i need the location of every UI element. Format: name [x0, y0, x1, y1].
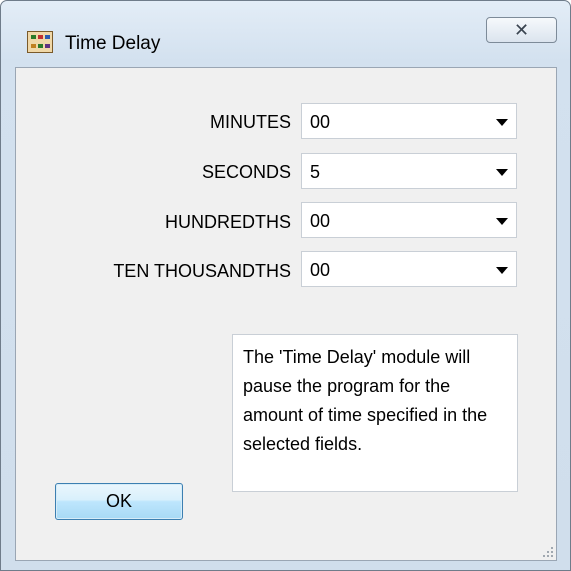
- window-title: Time Delay: [65, 33, 161, 54]
- close-icon: ✕: [513, 19, 530, 40]
- time-delay-window: Time Delay ✕ MINUTES 00 SECONDS 5 HUNDRE…: [0, 0, 571, 571]
- dropdown-arrow-icon[interactable]: [496, 267, 508, 274]
- dialog-body: MINUTES 00 SECONDS 5 HUNDREDTHS 00 TEN T…: [15, 67, 557, 561]
- ok-button[interactable]: OK: [55, 483, 183, 520]
- dropdown-arrow-icon[interactable]: [496, 218, 508, 225]
- seconds-dropdown[interactable]: 5: [301, 153, 517, 189]
- app-icon: [27, 31, 53, 53]
- dropdown-arrow-icon[interactable]: [496, 169, 508, 176]
- minutes-dropdown[interactable]: 00: [301, 103, 517, 139]
- ten-thousandths-value: 00: [310, 260, 331, 280]
- hundredths-value: 00: [310, 211, 331, 231]
- ten-thousandths-dropdown[interactable]: 00: [301, 251, 517, 287]
- description-textbox: The 'Time Delay' module will pause the p…: [232, 334, 518, 492]
- minutes-value: 00: [310, 112, 331, 132]
- hundredths-dropdown[interactable]: 00: [301, 202, 517, 238]
- ten-thousandths-label: TEN THOUSANDTHS: [113, 261, 291, 281]
- title-bar: Time Delay ✕: [1, 1, 570, 65]
- dropdown-arrow-icon[interactable]: [496, 119, 508, 126]
- close-button[interactable]: ✕: [486, 17, 557, 43]
- seconds-value: 5: [310, 162, 321, 182]
- seconds-label: SECONDS: [201, 162, 291, 182]
- hundredths-label: HUNDREDTHS: [165, 212, 291, 232]
- minutes-label: MINUTES: [210, 112, 291, 132]
- resize-grip-icon[interactable]: [542, 546, 554, 558]
